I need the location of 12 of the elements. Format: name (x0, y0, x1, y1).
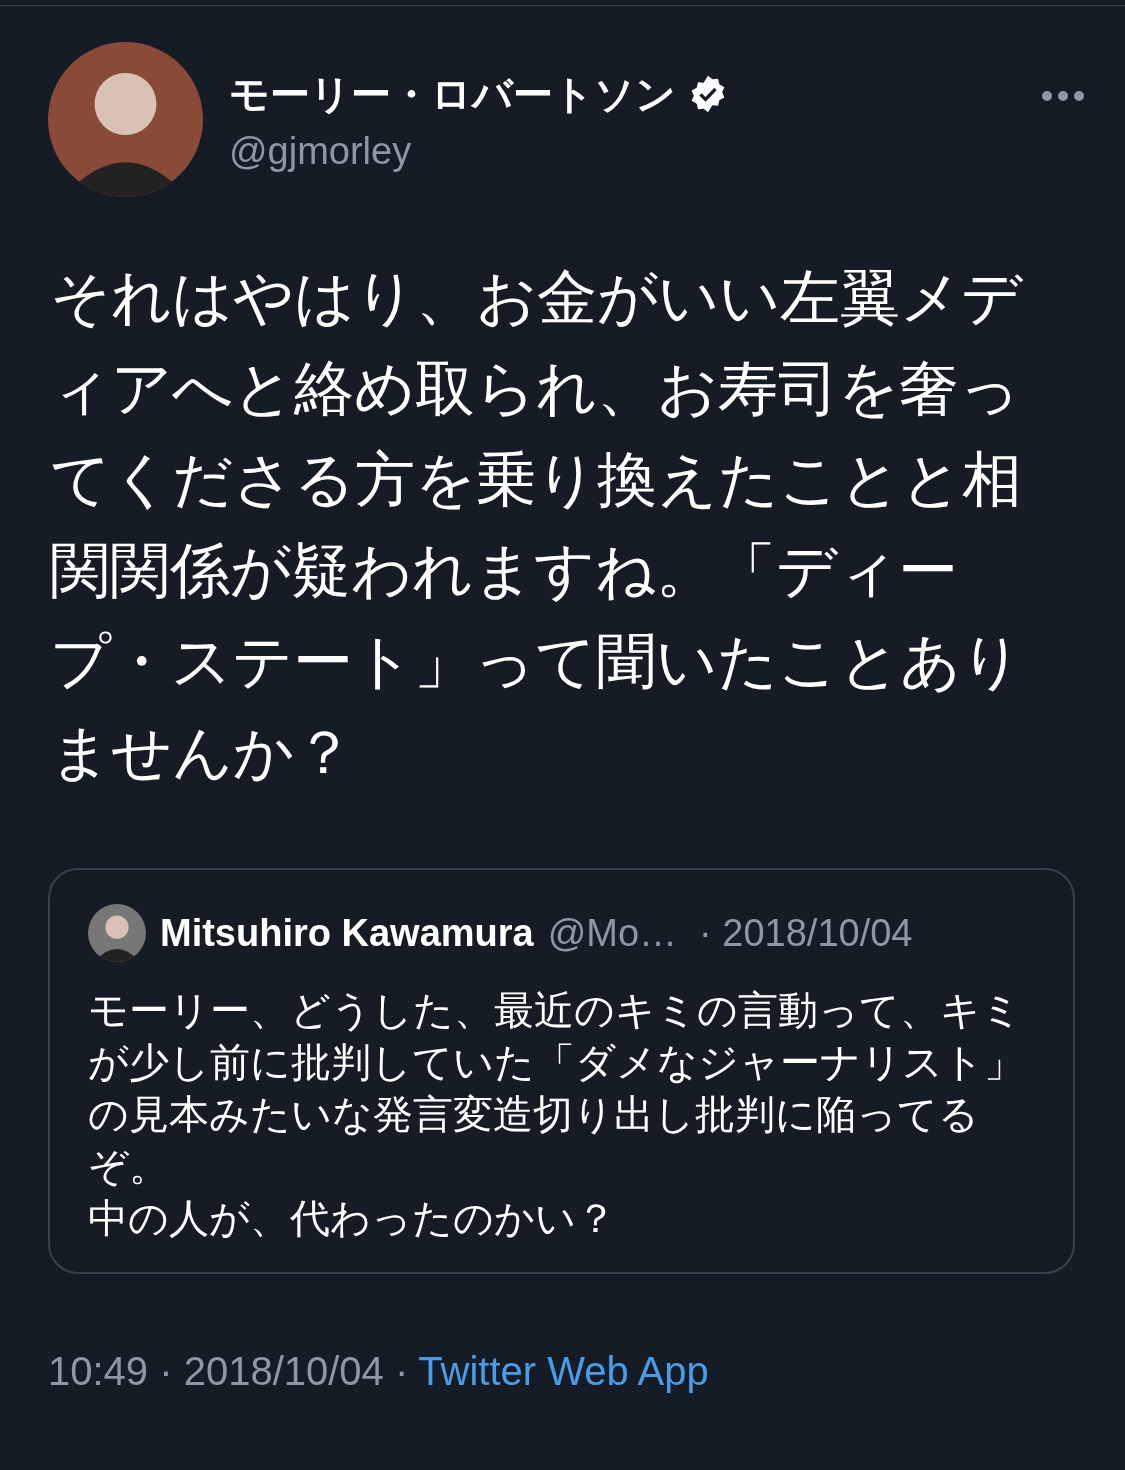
source-link[interactable]: Twitter Web App (418, 1349, 709, 1394)
quoted-author-handle: @Mo… (547, 911, 678, 955)
quoted-text: 中の人が、代わったのかい？ (88, 1195, 617, 1242)
tweet-text: それはやはり、お金がいい左翼メディアへと絡め取られ、お寿司を奢ってくださる方を乗り換えたことと相関関係が疑われますね。「ディープ・ステート」って聞いたことありませんか？ (50, 263, 1024, 788)
author-handle[interactable]: @gjmorley (229, 129, 1015, 173)
timestamp: 10:49 · 2018/10/04 · (48, 1349, 409, 1394)
quoted-text: モーリー、どうした、最近のキミの言動って、キミが少し前に批判していた「ダメなジャーナリスト」の見本みたいな発言変造切り出し批判に陥ってるぞ。 (88, 987, 1025, 1190)
more-icon[interactable] (1041, 90, 1085, 102)
author-name[interactable]: モーリー・ロバートソン (229, 66, 676, 122)
quoted-author-name: Mitsuhiro Kawamura (160, 911, 534, 955)
quoted-tweet-card[interactable]: Mitsuhiro Kawamura @Mo… · 2018/10/04 モーリー、どうした、最近のキミの言動って、キミが少し前に批判していた「ダメなジャーナリスト」の見本みたいな発言変造切り出し批判に陥ってるぞ。 中の人が、代わったのかい？ (48, 868, 1075, 1274)
quoted-date: · 2018/10/04 (699, 911, 913, 955)
